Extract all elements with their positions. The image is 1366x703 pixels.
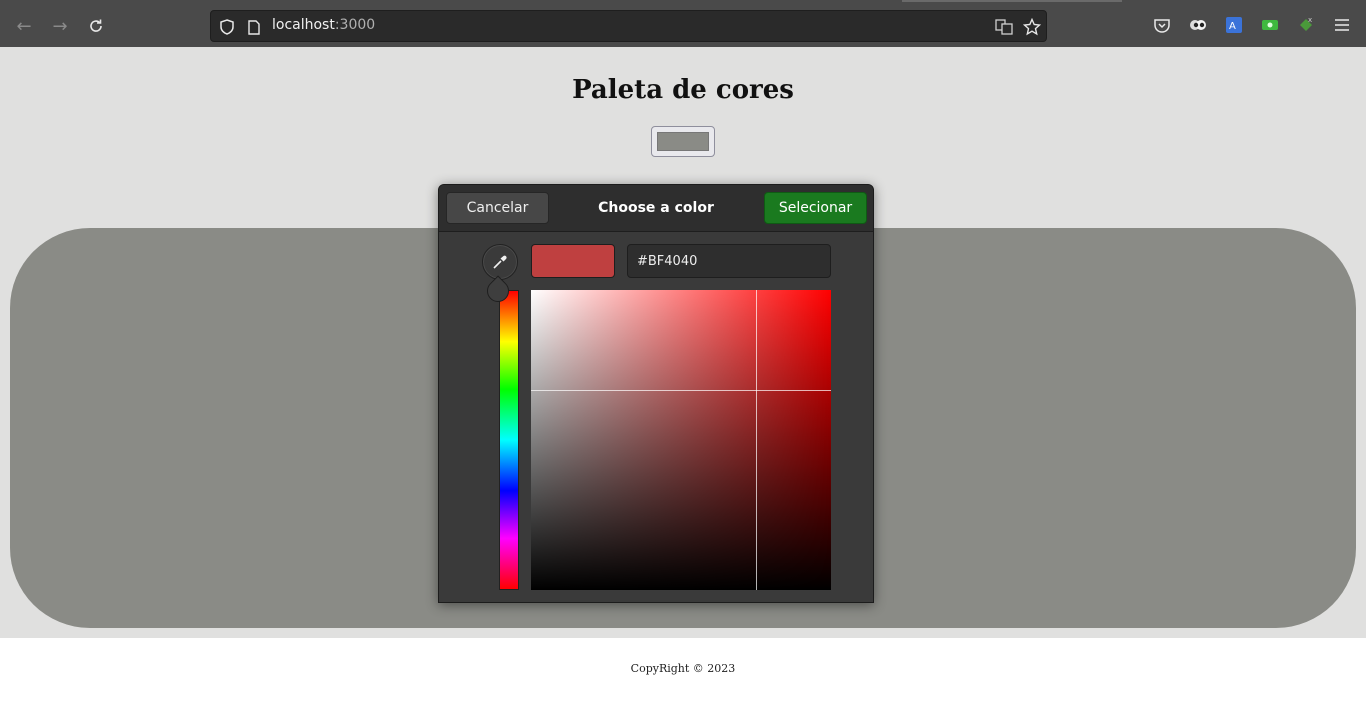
shield-icon[interactable] [217, 17, 237, 37]
footer: CopyRight © 2023 [0, 638, 1366, 703]
hex-color-field[interactable] [627, 244, 831, 278]
pocket-icon[interactable] [1151, 14, 1173, 36]
dialog-header: Cancelar Choose a color Selecionar [439, 185, 873, 232]
extension-puzzle-icon[interactable]: x [1295, 14, 1317, 36]
extension-green-icon[interactable] [1259, 14, 1281, 36]
extension-eyes-icon[interactable] [1187, 14, 1209, 36]
color-picker-input[interactable] [651, 126, 715, 157]
sv-crosshair-horizontal [531, 390, 831, 391]
menu-hamburger-icon[interactable] [1331, 14, 1353, 36]
svg-text:A: A [1229, 21, 1236, 32]
color-chooser-dialog: Cancelar Choose a color Selecionar [438, 184, 874, 603]
extension-translate-icon[interactable]: A [1223, 14, 1245, 36]
tab-strip-edge [902, 0, 1122, 2]
select-button[interactable]: Selecionar [764, 192, 867, 224]
reload-icon[interactable] [82, 12, 110, 40]
bookmark-star-icon[interactable] [1022, 17, 1042, 37]
url-port: :3000 [334, 17, 376, 33]
footer-copyright: CopyRight © 2023 [630, 662, 736, 675]
sv-crosshair-vertical [756, 290, 757, 590]
svg-text:x: x [1308, 16, 1312, 24]
hue-slider[interactable] [499, 290, 519, 590]
url-bar[interactable]: localhost:3000 [210, 10, 1047, 42]
current-color-swatch [531, 244, 615, 278]
page-icon[interactable] [244, 17, 264, 37]
page-title: Paleta de cores [572, 75, 794, 105]
translate-icon[interactable] [994, 17, 1014, 37]
back-arrow-icon[interactable]: ← [10, 12, 38, 40]
url-host: localhost [272, 17, 335, 33]
cancel-button[interactable]: Cancelar [446, 192, 549, 224]
forward-arrow-icon[interactable]: → [46, 12, 74, 40]
eyedropper-icon [493, 255, 507, 269]
color-input-swatch [657, 132, 709, 151]
saturation-value-plane[interactable] [531, 290, 831, 590]
browser-toolbar: ← → localhost:3000 A x [0, 0, 1366, 48]
url-text[interactable]: localhost:3000 [272, 17, 375, 33]
eyedropper-button[interactable] [482, 244, 518, 280]
